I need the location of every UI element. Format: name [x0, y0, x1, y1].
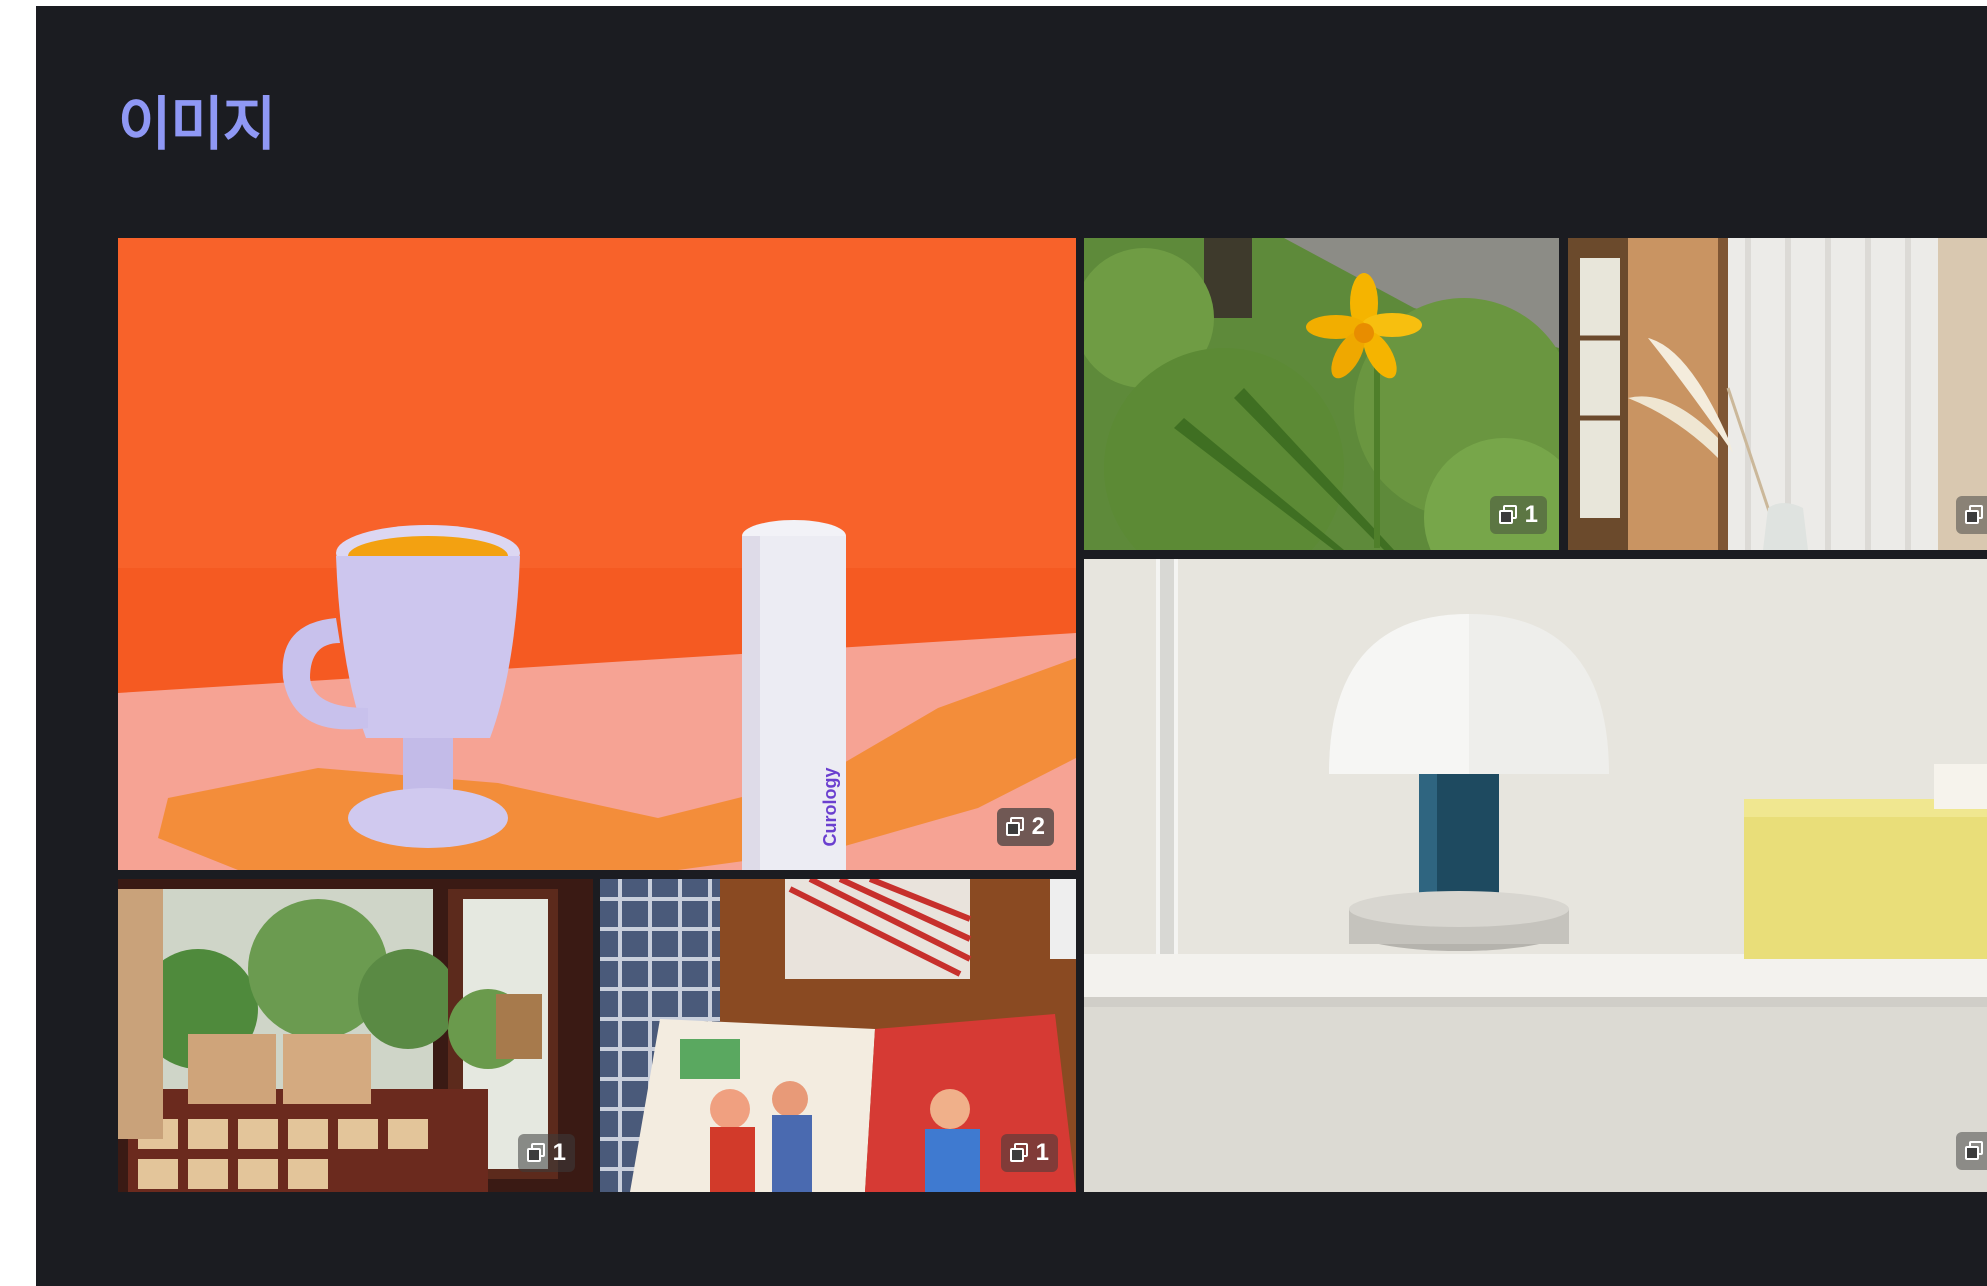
photo-count-badge: 1: [517, 1134, 575, 1172]
gallery-image-yellow-lily[interactable]: 1: [1084, 238, 1559, 550]
photo-count-badge: 2: [996, 808, 1054, 846]
photo-count-badge: 1: [1489, 496, 1547, 534]
gallery-image-postcard-shop[interactable]: 1: [118, 879, 593, 1192]
gallery-image-illustrated-book[interactable]: 1: [600, 879, 1076, 1192]
stack-icon: [1009, 1143, 1030, 1163]
stack-icon: [526, 1143, 547, 1163]
photo-mushroom-lamp: [1084, 559, 1987, 1192]
photo-count-badge: 1: [1000, 1134, 1058, 1172]
stack-icon: [1498, 505, 1519, 525]
photo-count: 1: [1524, 501, 1538, 528]
section-title: 이미지: [118, 90, 276, 158]
stack-icon: [1005, 817, 1026, 837]
stack-icon: [1965, 1141, 1985, 1161]
photo-pampas-room: [1568, 238, 1987, 550]
photo-count: 2: [1031, 813, 1045, 840]
stack-icon: [1965, 505, 1985, 525]
gallery-image-mushroom-lamp[interactable]: [1084, 559, 1987, 1192]
photo-count-badge: [1956, 1132, 1987, 1170]
gallery-image-pampas-room[interactable]: [1568, 238, 1987, 550]
gallery-image-orange-cup[interactable]: 2: [118, 238, 1076, 870]
photo-orange-cup: [118, 238, 1076, 870]
photo-count: 1: [1035, 1139, 1049, 1166]
bottle-label: Curology: [820, 767, 840, 847]
photo-count-badge: [1956, 496, 1987, 534]
photo-yellow-lily: [1084, 238, 1559, 550]
photo-count: 1: [552, 1139, 566, 1166]
